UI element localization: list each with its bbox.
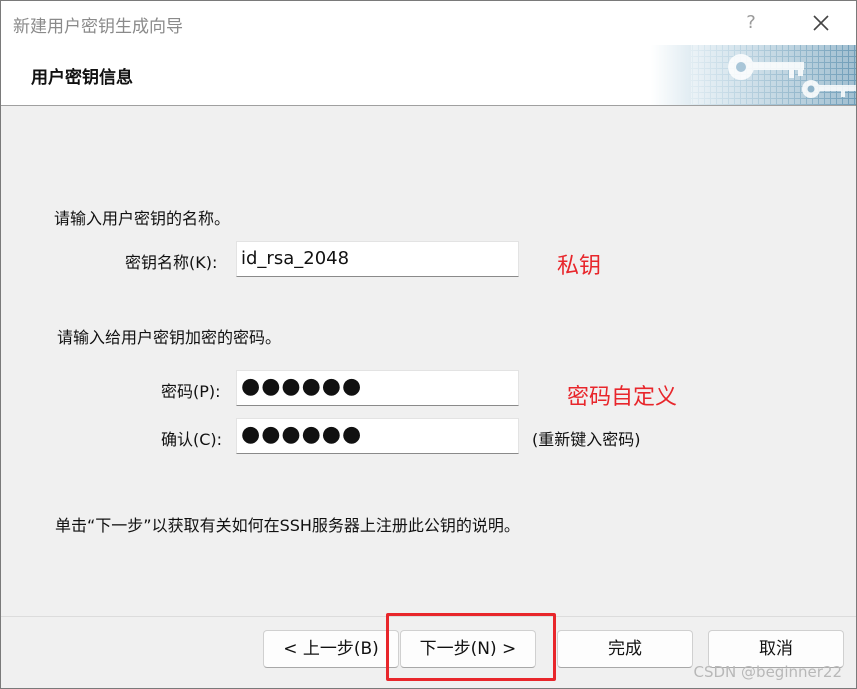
finish-button[interactable]: 完成: [557, 630, 693, 668]
confirm-password-input[interactable]: ●●●●●●: [236, 418, 519, 454]
password-input[interactable]: ●●●●●●: [236, 370, 519, 406]
next-button-highlight-box: [386, 613, 556, 681]
key-name-prompt: 请输入用户密钥的名称。: [54, 209, 231, 228]
help-button[interactable]: ?: [731, 9, 771, 37]
keys-graphic: [651, 45, 856, 105]
wizard-content: 请输入用户密钥的名称。 密钥名称(K): id_rsa_2048 私钥 请输入给…: [1, 106, 856, 616]
page-title: 用户密钥信息: [31, 68, 133, 88]
confirm-label: 确认(C):: [161, 430, 223, 449]
wizard-header: 用户密钥信息: [1, 45, 856, 106]
password-label: 密码(P):: [161, 382, 221, 401]
watermark: CSDN @beginner22: [693, 663, 842, 681]
password-annotation: 密码自定义: [567, 385, 678, 410]
window-title: 新建用户密钥生成向导: [13, 17, 183, 37]
wizard-dialog: 新建用户密钥生成向导 ? 用户密钥信息 请输入用户密钥的名称。 密钥名称(K):…: [0, 0, 857, 689]
close-icon: [813, 15, 829, 31]
close-button[interactable]: [801, 9, 841, 37]
back-button[interactable]: < 上一步(B): [263, 630, 399, 668]
title-bar: 新建用户密钥生成向导 ?: [1, 1, 856, 45]
key-name-input[interactable]: id_rsa_2048: [236, 241, 519, 277]
password-prompt: 请输入给用户密钥加密的密码。: [57, 328, 282, 347]
confirm-hint: (重新键入密码): [532, 430, 641, 449]
private-key-annotation: 私钥: [557, 254, 602, 279]
info-text: 单击“下一步”以获取有关如何在SSH服务器上注册此公钥的说明。: [55, 516, 520, 535]
key-name-label: 密钥名称(K):: [125, 253, 218, 272]
